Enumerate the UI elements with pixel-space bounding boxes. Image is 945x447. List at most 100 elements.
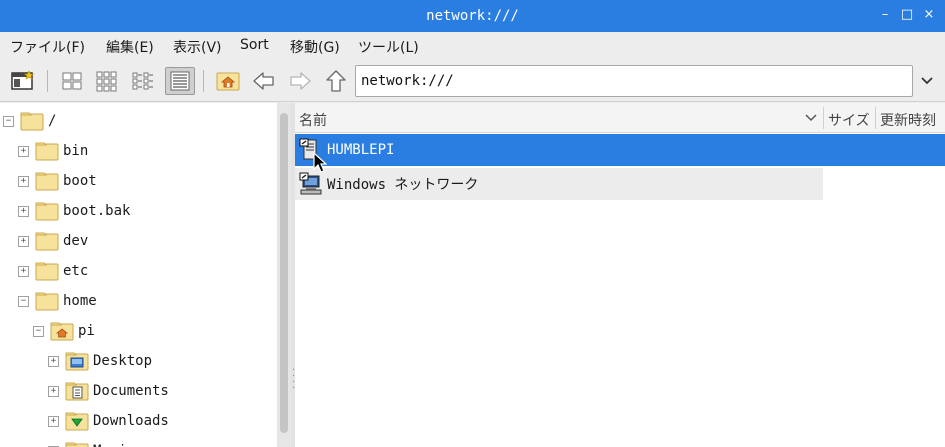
column-size[interactable]: サイズ <box>828 110 870 130</box>
column-header: 名前 サイズ 更新時刻 <box>295 103 945 133</box>
toolbar-separator <box>47 70 48 92</box>
expand-icon[interactable]: + <box>18 205 29 217</box>
close-button[interactable]: × <box>920 6 938 24</box>
tree-item-bin[interactable]: + bin <box>18 136 88 166</box>
title-bar: network:/// – □ × <box>0 0 945 32</box>
new-window-icon <box>11 70 35 90</box>
up-button[interactable] <box>321 67 351 95</box>
folder-icon <box>20 111 44 131</box>
list-view-icon <box>170 71 190 91</box>
home-button[interactable] <box>213 67 243 95</box>
collapse-icon[interactable]: − <box>18 295 29 307</box>
sort-descending-icon <box>805 114 817 122</box>
column-modified[interactable]: 更新時刻 <box>880 110 936 130</box>
back-arrow-icon <box>253 72 274 90</box>
tree-item-pi[interactable]: − pi <box>33 316 95 346</box>
tree-item-label: etc <box>63 263 89 279</box>
menu-go[interactable]: 移動(G) <box>290 37 340 57</box>
file-row-humblepi[interactable]: HUMBLEPI <box>295 134 945 166</box>
network-computer-icon <box>299 138 317 160</box>
desktop-folder-icon <box>65 351 89 371</box>
thumbnail-view-button[interactable] <box>92 67 122 95</box>
documents-folder-icon <box>65 381 89 401</box>
file-list: 名前 サイズ 更新時刻 HUMBLEPI Windows ネットワーク <box>295 103 945 447</box>
tree-item-music[interactable]: +Music <box>48 436 135 447</box>
tree-item-label: dev <box>63 233 89 249</box>
folder-icon <box>35 201 59 221</box>
tree-item-label: Downloads <box>93 413 169 429</box>
network-workgroup-icon <box>299 172 322 195</box>
tree-item-downloads[interactable]: + Downloads <box>48 406 169 436</box>
menu-tools[interactable]: ツール(L) <box>358 37 419 57</box>
address-history-dropdown[interactable] <box>913 65 941 97</box>
tree-item-label: pi <box>78 323 95 339</box>
expand-icon[interactable]: + <box>18 175 29 187</box>
compact-view-icon <box>132 72 153 90</box>
column-separator <box>875 107 876 129</box>
up-arrow-icon <box>326 70 346 92</box>
folder-icon <box>35 171 59 191</box>
tree-item-label: bin <box>63 143 89 159</box>
tree-item-boot-bak[interactable]: + boot.bak <box>18 196 130 226</box>
collapse-icon[interactable]: − <box>33 325 44 337</box>
toolbar-separator <box>203 70 204 92</box>
maximize-button[interactable]: □ <box>898 6 916 24</box>
tree-item-label: boot.bak <box>63 203 131 219</box>
tree-scrollbar[interactable] <box>277 103 291 447</box>
column-name[interactable]: 名前 <box>299 110 327 130</box>
downloads-folder-icon <box>65 411 89 431</box>
expand-icon[interactable]: + <box>48 385 59 397</box>
expand-icon[interactable]: + <box>18 265 29 277</box>
minimize-button[interactable]: – <box>876 6 894 24</box>
address-input[interactable] <box>356 66 896 96</box>
window-title: network:/// <box>426 8 519 24</box>
home-folder-icon <box>50 321 74 341</box>
chevron-down-icon <box>921 77 933 85</box>
expand-icon[interactable]: + <box>18 235 29 247</box>
tree-item-etc[interactable]: + etc <box>18 256 88 286</box>
collapse-icon[interactable]: − <box>3 115 14 127</box>
list-view-button[interactable] <box>165 67 195 95</box>
file-row-windows-network[interactable]: Windows ネットワーク <box>295 168 823 200</box>
expand-icon[interactable]: + <box>48 415 59 427</box>
menu-edit[interactable]: 編集(E) <box>106 37 154 57</box>
tree-scrollbar-thumb[interactable] <box>280 113 288 433</box>
back-button[interactable] <box>249 67 279 95</box>
expand-icon[interactable]: + <box>18 145 29 157</box>
folder-icon <box>35 291 59 311</box>
tree-item-home[interactable]: − home <box>18 286 97 316</box>
home-icon <box>216 72 240 91</box>
folder-icon <box>35 231 59 251</box>
forward-button[interactable] <box>285 67 315 95</box>
folder-icon <box>35 141 59 161</box>
tree-item-label: boot <box>63 173 97 189</box>
directory-tree: − / + bin + boot + boot.bak + dev + etc − home − pi + Des… <box>0 103 277 447</box>
forward-arrow-icon <box>290 72 311 90</box>
music-folder-icon <box>65 441 89 447</box>
menu-bar: ファイル(F) 編集(E) 表示(V) Sort 移動(G) ツール(L) <box>0 32 945 60</box>
column-separator <box>823 107 824 129</box>
tree-item-root[interactable]: − / <box>3 106 56 136</box>
menu-sort[interactable]: Sort <box>240 37 269 53</box>
tree-item-dev[interactable]: + dev <box>18 226 88 256</box>
menu-view[interactable]: 表示(V) <box>173 37 222 57</box>
icon-view-icon <box>62 72 82 90</box>
folder-icon <box>35 261 59 281</box>
tree-item-label: Documents <box>93 383 169 399</box>
tree-item-label: / <box>48 113 57 129</box>
menu-file[interactable]: ファイル(F) <box>10 37 85 57</box>
tree-item-label: Music <box>93 443 135 447</box>
tree-item-label: home <box>63 293 97 309</box>
new-window-button[interactable] <box>8 67 38 95</box>
tree-item-label: Desktop <box>93 353 153 369</box>
icon-view-button[interactable] <box>57 67 87 95</box>
compact-view-button[interactable] <box>128 67 158 95</box>
address-bar[interactable] <box>355 65 913 97</box>
tree-item-documents[interactable]: + Documents <box>48 376 169 406</box>
tree-item-desktop[interactable]: + Desktop <box>48 346 152 376</box>
tree-item-boot[interactable]: + boot <box>18 166 97 196</box>
file-name: HUMBLEPI <box>327 142 395 158</box>
file-name: Windows ネットワーク <box>327 177 479 193</box>
expand-icon[interactable]: + <box>48 355 59 367</box>
toolbar <box>0 60 945 102</box>
